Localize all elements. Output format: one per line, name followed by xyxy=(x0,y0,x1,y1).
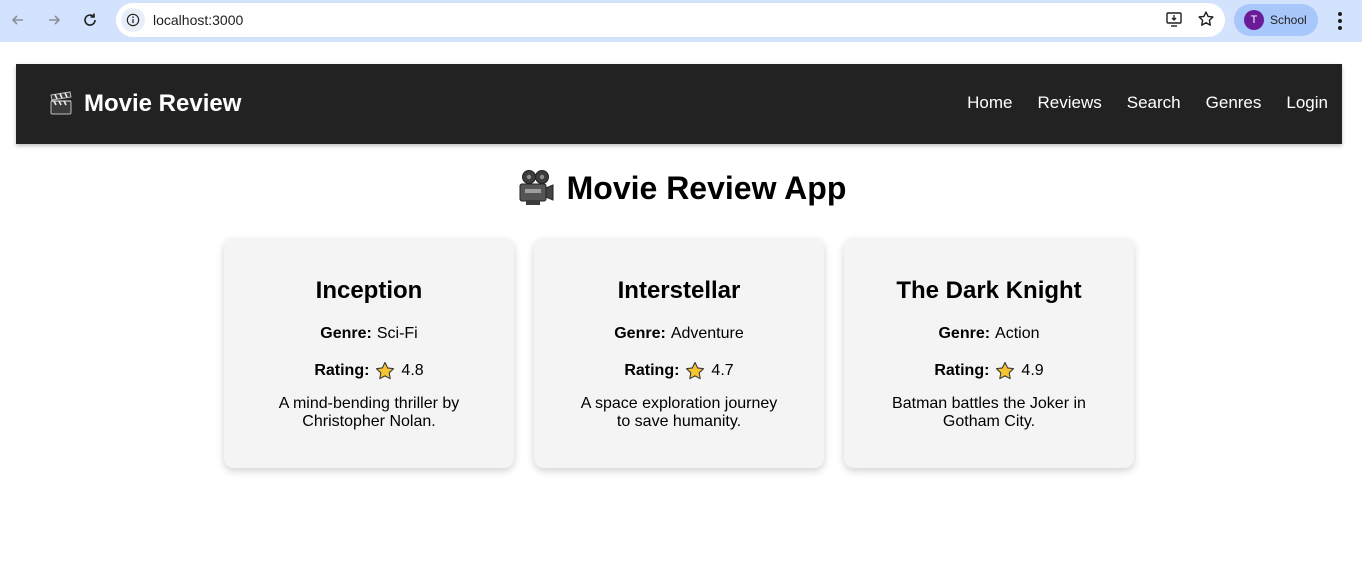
rating-label: Rating: xyxy=(624,362,680,379)
genre-label: Genre: xyxy=(320,325,372,342)
movie-camera-icon xyxy=(519,170,554,205)
reload-icon xyxy=(84,13,96,26)
dot xyxy=(1338,26,1342,30)
genre-value: Sci-Fi xyxy=(376,325,418,342)
bookmark-star-icon[interactable] xyxy=(1197,10,1215,28)
rating-row: Rating: 4.9 xyxy=(844,361,1134,380)
arrow-right-icon xyxy=(49,15,61,25)
star-icon xyxy=(686,361,705,380)
movie-title: Interstellar xyxy=(617,277,741,304)
browser-menu-button[interactable] xyxy=(1330,9,1350,33)
genre-label: Genre: xyxy=(614,325,666,342)
rating-row: Rating: 4.8 xyxy=(224,361,514,380)
movie-card[interactable]: Inception Genre: Sci-Fi Rating: 4.8 A mi… xyxy=(224,238,514,468)
dot xyxy=(1338,12,1342,16)
info-icon xyxy=(126,13,140,27)
genre-value: Action xyxy=(995,325,1040,342)
rating-value: 4.8 xyxy=(401,362,424,379)
back-button[interactable] xyxy=(4,6,32,34)
page-title: Movie Review App xyxy=(0,168,1362,208)
profile-name: School xyxy=(1270,13,1307,27)
movie-title: The Dark Knight xyxy=(896,277,1082,304)
browser-toolbar: localhost:3000 T School xyxy=(0,0,1362,42)
reload-button[interactable] xyxy=(76,6,104,34)
address-bar[interactable]: localhost:3000 xyxy=(116,3,1225,37)
nav-link-home[interactable]: Home xyxy=(967,93,1012,113)
movie-title: Inception xyxy=(315,277,423,304)
avatar: T xyxy=(1244,10,1264,30)
rating-label: Rating: xyxy=(314,362,370,379)
nav-link-login[interactable]: Login xyxy=(1286,93,1328,113)
rating-row: Rating: 4.7 xyxy=(534,361,824,380)
clapperboard-icon xyxy=(50,91,72,115)
install-app-icon[interactable] xyxy=(1165,10,1183,28)
movie-card[interactable]: The Dark Knight Genre: Action Rating: 4.… xyxy=(844,238,1134,468)
page-title-text: Movie Review App xyxy=(566,169,847,206)
url-text[interactable]: localhost:3000 xyxy=(153,12,243,28)
arrow-left-icon xyxy=(11,15,23,25)
brand-link[interactable]: Movie Review xyxy=(48,90,241,118)
genre-label: Genre: xyxy=(938,325,991,342)
movie-card[interactable]: Interstellar Genre: Adventure Rating: 4.… xyxy=(534,238,824,468)
dot xyxy=(1338,19,1342,23)
star-icon xyxy=(376,361,395,380)
nav-link-search[interactable]: Search xyxy=(1127,93,1181,113)
genre-value: Adventure xyxy=(670,325,744,342)
profile-button[interactable]: T School xyxy=(1234,4,1318,36)
rating-label: Rating: xyxy=(934,362,990,379)
nav-link-genres[interactable]: Genres xyxy=(1206,93,1262,113)
site-info-button[interactable] xyxy=(121,8,145,32)
star-icon xyxy=(996,361,1015,380)
movie-description: Batman battles the Joker in Gotham City. xyxy=(892,395,1086,430)
nav-link-reviews[interactable]: Reviews xyxy=(1038,93,1102,113)
movie-description: A space exploration journey to save huma… xyxy=(580,395,778,430)
nav-links: Home Reviews Search Genres Login xyxy=(942,93,1328,113)
movie-description: A mind-bending thriller by Christopher N… xyxy=(278,395,460,430)
movie-card-list: Inception Genre: Sci-Fi Rating: 4.8 A mi… xyxy=(224,238,1134,468)
rating-value: 4.7 xyxy=(711,362,734,379)
genre-row: Genre: Action xyxy=(844,325,1134,343)
rating-value: 4.9 xyxy=(1021,362,1044,379)
app-navbar: Movie Review Home Reviews Search Genres … xyxy=(16,64,1342,144)
forward-button[interactable] xyxy=(40,6,68,34)
brand-title: Movie Review xyxy=(84,90,242,117)
genre-row: Genre: Adventure xyxy=(534,325,824,343)
genre-row: Genre: Sci-Fi xyxy=(224,325,514,343)
